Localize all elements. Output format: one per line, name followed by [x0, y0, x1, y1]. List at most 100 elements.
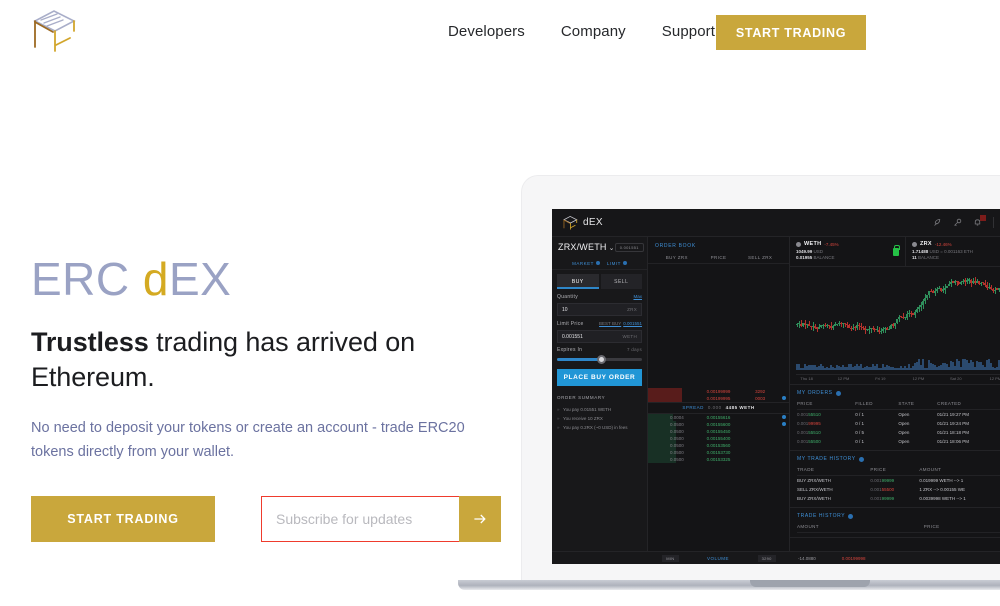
- order-book-row[interactable]: 0.0500 0.00155400: [648, 434, 789, 442]
- table-row[interactable]: 0.00155510 0 / 1 Open 01/21 19:27 PM: [797, 410, 1000, 420]
- order-book-row[interactable]: 0.0500 0.00155450: [648, 427, 789, 435]
- expires-slider[interactable]: [557, 355, 642, 364]
- app-body: ZRX/WETH ⌄ 0.001551 MARKET LIMIT BUY SELL: [552, 237, 1000, 551]
- table-row[interactable]: 0.00199995 0 / 1 Open 01/21 19:24 PM: [797, 419, 1000, 428]
- x-label: Fri 19: [875, 376, 886, 381]
- quantity-label: Quantity: [557, 294, 579, 300]
- lock-icon[interactable]: [893, 245, 900, 256]
- expires-field: Expires In 7 days: [552, 343, 647, 364]
- limit-price-input[interactable]: 0.001551 WETH: [557, 330, 642, 343]
- cell-state: Open: [898, 412, 910, 417]
- dex-trading-app: dEX ZRX/WETH ⌄ 0.001551 MARKET LIMIT BUY…: [552, 209, 1000, 564]
- landing-page: Developers Company Support START TRADING…: [0, 0, 1000, 606]
- pair-selector[interactable]: ZRX/WETH ⌄ 0.001551: [552, 237, 647, 257]
- trade-panel: ZRX/WETH ⌄ 0.001551 MARKET LIMIT BUY SELL: [552, 237, 648, 551]
- cell-created: 01/21 19:27 PM: [937, 412, 969, 417]
- limit-price-value: 0.001551: [562, 333, 583, 340]
- ticker-symbol: WETH: [804, 241, 822, 247]
- brand-gold-letter: d: [142, 253, 169, 305]
- x-label: 12 PM: [989, 376, 1000, 381]
- table-row[interactable]: SELL ZRX/WETH 0.00155500 1 ZRX --> 0.001…: [797, 485, 1000, 494]
- app-status-bar: MIN VOLUME 3290 -14.0880 0.00199998: [552, 551, 1000, 564]
- limit-price-label: Limit Price: [557, 321, 584, 327]
- buy-tab[interactable]: BUY: [557, 274, 599, 289]
- ticker-zrx[interactable]: ZRX -12.46% 1.71488 USD = 0.001163 ETH 1…: [906, 237, 1000, 266]
- order-summary: ORDER SUMMARY You pay 0.01551 WETH You r…: [552, 395, 647, 432]
- token-icon: [912, 241, 917, 247]
- erc-dex-cube-logo[interactable]: [29, 7, 81, 55]
- order-summary-list: You pay 0.01551 WETH You receive 10 ZRX …: [557, 405, 642, 432]
- bell-icon[interactable]: [973, 215, 986, 227]
- order-summary-item: You pay 0.2RX (~0 USD) in fees: [557, 423, 642, 432]
- table-row[interactable]: BUY ZRX/WETH 0.00199999 0.019999 WETH --…: [797, 476, 1000, 486]
- expires-slider-knob[interactable]: [596, 355, 606, 364]
- place-buy-order-button[interactable]: PLACE BUY ORDER: [557, 369, 642, 386]
- row-amount: 0.0500: [669, 435, 684, 441]
- cell-state: Open: [898, 430, 910, 435]
- column-sell-zrx: SELL ZRX: [748, 255, 773, 260]
- app-logo-icon[interactable]: [562, 215, 579, 231]
- hero-subcopy: No need to deposit your tokens or create…: [31, 420, 465, 460]
- info-icon[interactable]: [848, 513, 854, 519]
- status-value-chip[interactable]: 3290: [757, 554, 776, 562]
- nav-start-trading-button[interactable]: START TRADING: [716, 15, 866, 50]
- table-row[interactable]: 0.00155510 0 / 5 Open 01/21 18:18 PM: [797, 428, 1000, 437]
- column-price: PRICE: [870, 467, 920, 476]
- order-book-panel: ORDER BOOK BUY ZRX PRICE SELL ZRX 0.0019…: [648, 237, 790, 551]
- market-info-icon[interactable]: [595, 260, 600, 265]
- info-icon[interactable]: [858, 456, 864, 462]
- table-row[interactable]: BUY ZRX/WETH 0.00199999 0.0039998 WETH -…: [797, 494, 1000, 503]
- row-price: 0.00155616: [706, 414, 731, 420]
- status-min-chip[interactable]: MIN: [662, 554, 679, 562]
- order-book-row[interactable]: 0.00199999 3292: [648, 387, 789, 395]
- order-book-row[interactable]: 0.0500 0.00153560: [648, 441, 789, 449]
- quantity-max-link[interactable]: Max: [633, 294, 642, 299]
- cell-amount: 1 ZRX --> 0.00155 WE: [919, 487, 965, 492]
- tab-market[interactable]: MARKET: [572, 260, 600, 266]
- cell-state: Open: [898, 439, 910, 444]
- limit-price-field: Limit Price BEST BUY 0.001551 0.001551 WE…: [552, 316, 647, 343]
- notification-badge: [980, 215, 986, 221]
- best-buy-link[interactable]: BEST BUY 0.001551: [599, 321, 642, 326]
- price-chart[interactable]: Thu 18 12 PM Fri 19 12 PM Sat 20 12 PM: [790, 267, 1000, 385]
- ticker-price: 1049.99 USD: [796, 249, 824, 254]
- limit-price-unit: WETH: [622, 334, 637, 339]
- row-size: 0003: [755, 395, 766, 401]
- quantity-input[interactable]: 10 ZRX: [557, 303, 642, 316]
- limit-info-icon[interactable]: [622, 260, 627, 265]
- row-price: 0.00153325: [706, 456, 731, 462]
- info-icon[interactable]: [835, 390, 841, 396]
- row-price: 0.00153730: [706, 449, 731, 455]
- column-amount: AMOUNT: [919, 467, 1000, 476]
- tab-limit[interactable]: LIMIT: [607, 260, 627, 266]
- rocket-icon[interactable]: [933, 218, 942, 227]
- order-book-row[interactable]: 0.0500 0.00155600: [648, 420, 789, 428]
- key-icon[interactable]: [953, 218, 962, 227]
- nav-link-developers[interactable]: Developers: [430, 18, 543, 46]
- order-book-row[interactable]: 0.00199995 0003: [648, 394, 789, 402]
- subscribe-email-input[interactable]: [261, 496, 459, 543]
- ticker-change: -7.45%: [824, 241, 839, 247]
- order-book-row[interactable]: 0.0500 0.00153325: [648, 455, 789, 463]
- column-price: PRICE: [923, 524, 1000, 533]
- column-price: PRICE: [797, 401, 856, 410]
- table-row[interactable]: 0.00155500 0 / 1 Open 01/21 18:06 PM: [797, 437, 1000, 446]
- trade-history-section: TRADE HISTORY AMOUNT PRICE: [790, 508, 1000, 538]
- subscribe-submit-button[interactable]: [459, 496, 501, 543]
- sell-tab[interactable]: SELL: [600, 274, 642, 289]
- order-book-row[interactable]: 0.0500 0.00153730: [648, 448, 789, 456]
- hero-start-trading-button[interactable]: START TRADING: [31, 496, 215, 543]
- quantity-unit: ZRX: [627, 307, 637, 312]
- row-size: 3292: [755, 388, 766, 394]
- own-order-dot-icon: [782, 396, 786, 400]
- nav-link-company[interactable]: Company: [543, 18, 644, 46]
- cell-created: 01/21 18:06 PM: [937, 439, 969, 444]
- brand-suffix: EX: [169, 253, 232, 305]
- table-header-row: AMOUNT PRICE: [797, 524, 1000, 533]
- x-label: Thu 18: [800, 376, 813, 381]
- side-toggle: BUY SELL: [552, 274, 647, 289]
- ticker-weth[interactable]: WETH -7.45% 1049.99 USD 0.01955 BALANCE: [790, 237, 906, 266]
- candlestick-series: [796, 273, 1000, 359]
- quantity-field: Quantity Max 10 ZRX: [552, 289, 647, 316]
- order-book-row[interactable]: 0.0004 0.00155616: [648, 413, 789, 421]
